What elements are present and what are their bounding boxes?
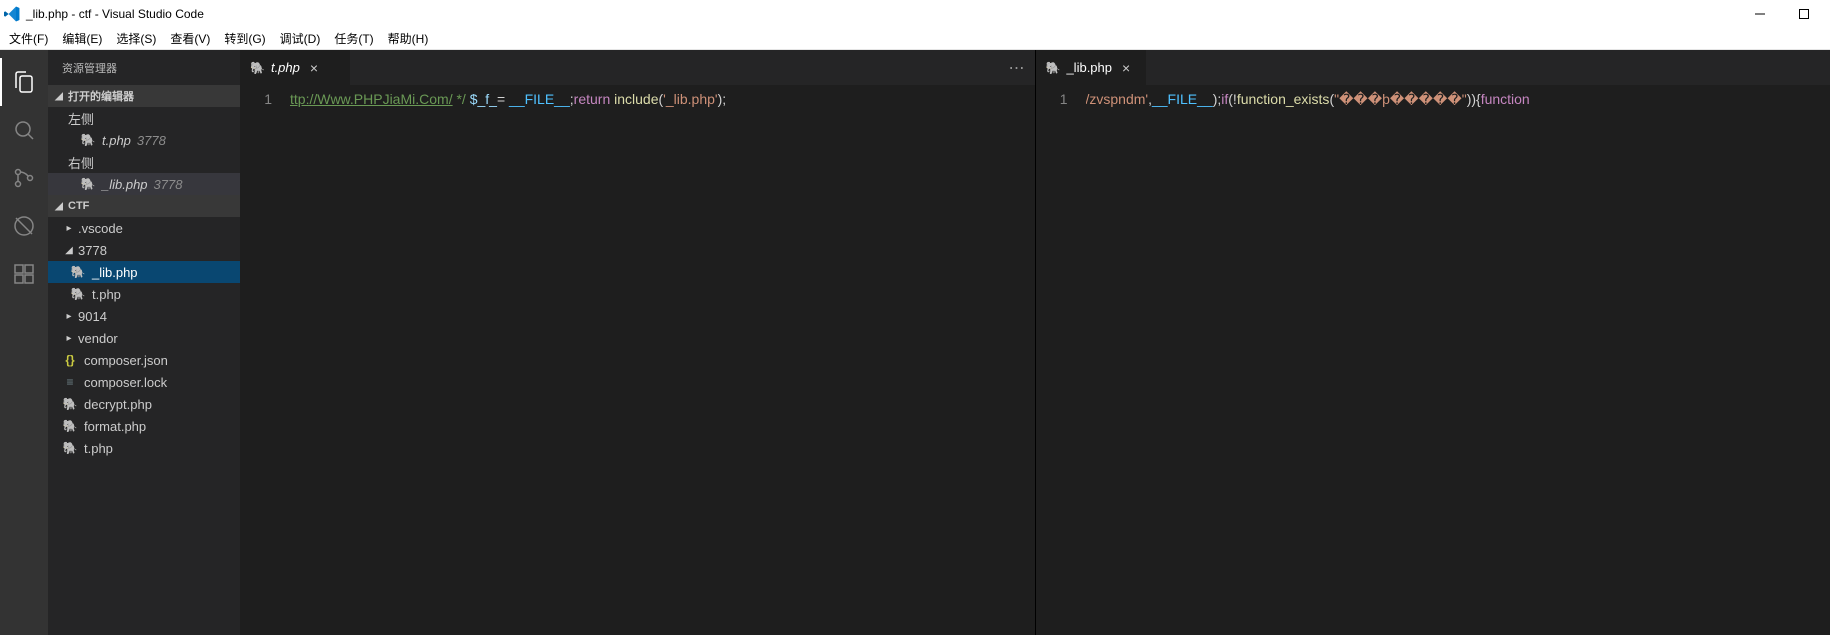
window-title: _lib.php - ctf - Visual Studio Code [26,7,204,21]
php-icon: 🐘 [62,419,78,433]
tabs-right: 🐘 _lib.php × [1036,50,1830,85]
code-area-right[interactable]: 1 /zvspndm',__FILE__);if(!function_exist… [1036,85,1830,635]
folder-9014[interactable]: ▸9014 [48,305,240,327]
editor-area: 🐘 t.php × ⋯ 1 ttp://Www.PHPJiaMi.Com/ */… [240,50,1830,635]
minimize-button[interactable] [1738,0,1782,28]
editor-pane-right: 🐘 _lib.php × 1 /zvspndm',__FILE__);if(!f… [1035,50,1830,635]
line-number: 1 [240,91,272,107]
folder-vscode[interactable]: ▸.vscode [48,217,240,239]
vscode-icon [4,6,20,22]
php-icon: 🐘 [1046,61,1061,75]
file-format-php[interactable]: 🐘format.php [48,415,240,437]
chevron-down-icon: ◢ [52,201,66,212]
open-editor-right-file[interactable]: 🐘 _lib.php 3778 [48,173,240,195]
php-icon: 🐘 [62,441,78,455]
tab-actions-left[interactable]: ⋯ [999,50,1035,85]
folder-vendor[interactable]: ▸vendor [48,327,240,349]
php-icon: 🐘 [62,397,78,411]
php-icon: 🐘 [70,287,86,301]
code-line: ttp://Www.PHPJiaMi.Com/ */ $_f_= __FILE_… [290,91,975,107]
file-root-t-php[interactable]: 🐘t.php [48,437,240,459]
code-area-left[interactable]: 1 ttp://Www.PHPJiaMi.Com/ */ $_f_= __FIL… [240,85,1035,635]
close-icon[interactable]: × [310,60,318,76]
explorer-title: 资源管理器 [48,50,240,85]
chevron-down-icon: ◢ [52,91,66,102]
menu-task[interactable]: 任务(T) [327,30,380,47]
menu-select[interactable]: 选择(S) [109,30,163,47]
tabs-left: 🐘 t.php × ⋯ [240,50,1035,85]
minimap-left[interactable] [975,91,1035,635]
activity-search[interactable] [0,106,48,154]
activity-debug[interactable] [0,202,48,250]
activity-scm[interactable] [0,154,48,202]
activity-extensions[interactable] [0,250,48,298]
activity-bar [0,50,48,635]
file-decrypt-php[interactable]: 🐘decrypt.php [48,393,240,415]
php-icon: 🐘 [80,177,96,191]
json-icon: {} [62,353,78,367]
line-number: 1 [1036,91,1068,107]
chevron-right-icon: ▸ [62,311,76,322]
file-t-php[interactable]: 🐘t.php [48,283,240,305]
open-editors-header[interactable]: ◢ 打开的编辑器 [48,85,240,107]
menu-go[interactable]: 转到(G) [217,30,272,47]
chevron-down-icon: ◢ [62,245,76,256]
maximize-button[interactable] [1782,0,1826,28]
menu-debug[interactable]: 调试(D) [273,30,328,47]
menu-help[interactable]: 帮助(H) [381,30,436,47]
file-lib-php[interactable]: 🐘_lib.php [48,261,240,283]
folder-3778[interactable]: ◢3778 [48,239,240,261]
tab-lib-php[interactable]: 🐘 _lib.php × [1036,50,1146,85]
titlebar: _lib.php - ctf - Visual Studio Code [0,0,1830,28]
explorer-sidebar: 资源管理器 ◢ 打开的编辑器 左侧 🐘 t.php 3778 右侧 🐘 _lib… [48,50,240,635]
close-icon[interactable]: × [1122,60,1130,76]
editor-group-left[interactable]: 左侧 [48,107,240,129]
open-editor-left-file[interactable]: 🐘 t.php 3778 [48,129,240,151]
menu-view[interactable]: 查看(V) [163,30,217,47]
chevron-right-icon: ▸ [62,333,76,344]
workspace-header[interactable]: ◢ CTF [48,195,240,217]
menubar: 文件(F) 编辑(E) 选择(S) 查看(V) 转到(G) 调试(D) 任务(T… [0,28,1830,50]
editor-group-right[interactable]: 右侧 [48,151,240,173]
tab-t-php[interactable]: 🐘 t.php × [240,50,350,85]
php-icon: 🐘 [70,265,86,279]
file-composer-lock[interactable]: ≡composer.lock [48,371,240,393]
chevron-right-icon: ▸ [62,223,76,234]
menu-edit[interactable]: 编辑(E) [55,30,109,47]
php-icon: 🐘 [250,61,265,75]
code-line: /zvspndm',__FILE__);if(!function_exists(… [1086,91,1830,108]
file-icon: ≡ [62,375,78,389]
menu-file[interactable]: 文件(F) [2,30,55,47]
activity-explorer[interactable] [0,58,48,106]
editor-pane-left: 🐘 t.php × ⋯ 1 ttp://Www.PHPJiaMi.Com/ */… [240,50,1035,635]
file-composer-json[interactable]: {}composer.json [48,349,240,371]
php-icon: 🐘 [80,133,96,147]
